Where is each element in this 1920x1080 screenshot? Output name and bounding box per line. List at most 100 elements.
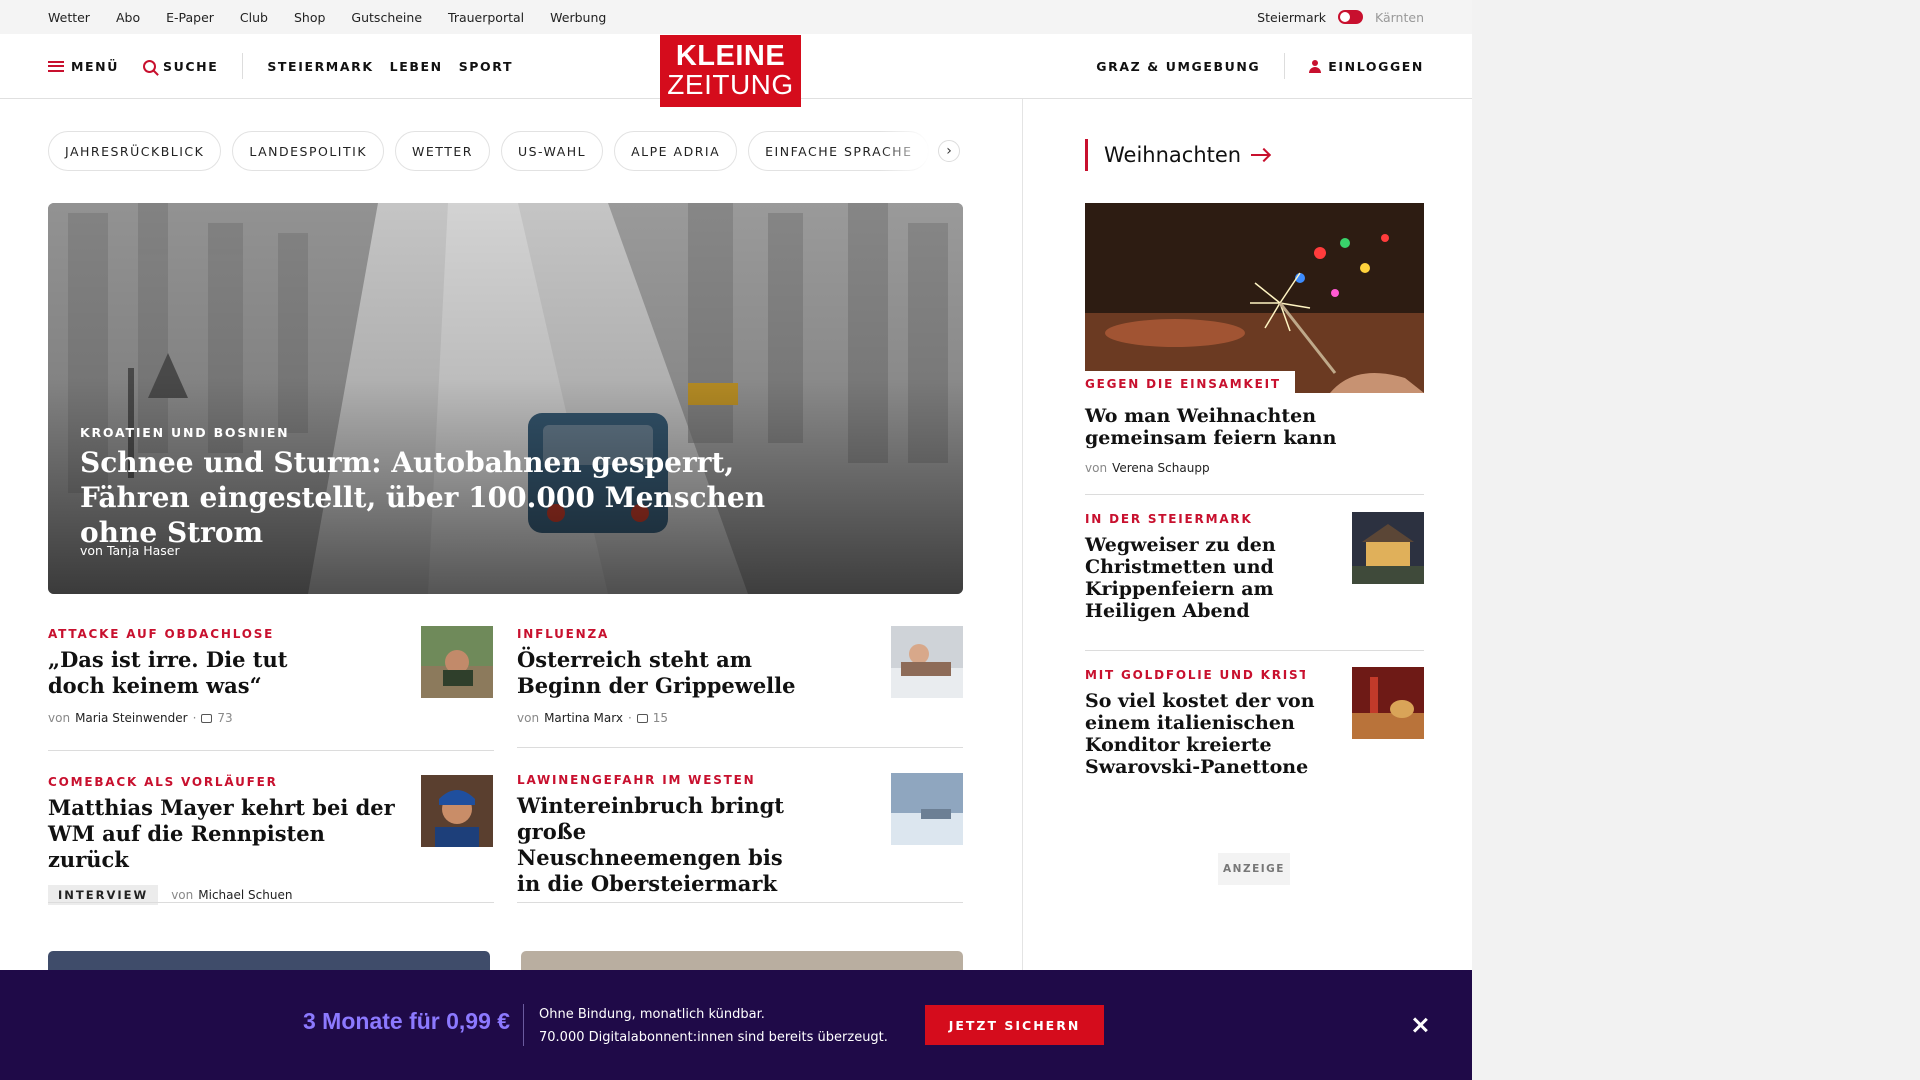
hamburger-icon bbox=[48, 60, 64, 72]
article-meta: von Martina Marx · 15 bbox=[517, 711, 669, 725]
sidebar-item-kicker: IN DER STEIERMARK bbox=[1085, 512, 1253, 526]
user-icon bbox=[1309, 59, 1322, 73]
sidebar-feature-title[interactable]: Wo man Weihnachten gemeinsam feiern kann bbox=[1085, 405, 1385, 449]
row-divider bbox=[1085, 494, 1424, 495]
logo-line1: KLEINE bbox=[675, 40, 786, 72]
login-button[interactable]: EINLOGGEN bbox=[1309, 59, 1424, 74]
header-left-nav: MENÜ SUCHE STEIERMARK LEBEN SPORT bbox=[48, 34, 513, 98]
article-title[interactable]: Wintereinbruch bringt große Neuschneemen… bbox=[517, 793, 807, 897]
row-divider bbox=[48, 902, 494, 903]
comment-count[interactable]: 73 bbox=[217, 711, 232, 725]
topic-chips: JAHRESRÜCKBLICK LANDESPOLITIK WETTER US-… bbox=[48, 131, 964, 171]
article-thumbnail[interactable] bbox=[421, 775, 493, 847]
comment-icon bbox=[636, 713, 648, 723]
close-icon[interactable] bbox=[1409, 1014, 1431, 1036]
article-title[interactable]: Österreich steht am Beginn der Grippewel… bbox=[517, 647, 807, 699]
article-author[interactable]: Michael Schuen bbox=[198, 888, 292, 902]
region-switch: Steiermark Kärnten bbox=[1257, 0, 1424, 34]
utility-link-wetter[interactable]: Wetter bbox=[48, 10, 90, 25]
subscribe-button[interactable]: JETZT SICHERN bbox=[925, 1005, 1104, 1045]
empty-viewport-area bbox=[1472, 0, 1920, 1080]
nav-steiermark[interactable]: STEIERMARK bbox=[267, 59, 373, 74]
utility-links: Wetter Abo E-Paper Club Shop Gutscheine … bbox=[48, 0, 606, 34]
region-steiermark[interactable]: Steiermark bbox=[1257, 10, 1326, 25]
sidebar-heading[interactable]: Weihnachten bbox=[1085, 139, 1270, 171]
logo-line2: ZEITUNG bbox=[667, 69, 794, 100]
sidebar-feature-meta: von Verena Schaupp bbox=[1085, 461, 1210, 475]
chip-us-wahl[interactable]: US-WAHL bbox=[500, 131, 604, 171]
banner-description: Ohne Bindung, monatlich kündbar. 70.000 … bbox=[539, 1003, 888, 1049]
hero-article[interactable]: KROATIEN UND BOSNIEN Schnee und Sturm: A… bbox=[48, 203, 963, 594]
search-label: SUCHE bbox=[163, 58, 219, 74]
sidebar-heading-label: Weihnachten bbox=[1104, 143, 1242, 167]
offer-text: 3 Monate für 0,99 € bbox=[303, 1008, 511, 1034]
utility-link-epaper[interactable]: E-Paper bbox=[166, 10, 214, 25]
logo[interactable]: KLEINE ZEITUNG bbox=[660, 35, 801, 107]
utility-link-trauerportal[interactable]: Trauerportal bbox=[448, 10, 524, 25]
article-author[interactable]: Martina Marx bbox=[544, 711, 623, 725]
banner-divider bbox=[523, 1004, 524, 1046]
article-thumbnail[interactable] bbox=[891, 626, 963, 698]
chip-landespolitik[interactable]: LANDESPOLITIK bbox=[232, 131, 385, 171]
banner-line1: Ohne Bindung, monatlich kündbar. bbox=[539, 1007, 765, 1022]
search-button[interactable]: SUCHE bbox=[143, 59, 218, 74]
main-header: MENÜ SUCHE STEIERMARK LEBEN SPORT KLEINE… bbox=[0, 34, 1472, 107]
article-thumbnail[interactable] bbox=[421, 626, 493, 698]
article-author[interactable]: Maria Steinwender bbox=[75, 711, 188, 725]
utility-link-club[interactable]: Club bbox=[240, 10, 268, 25]
utility-bar: Wetter Abo E-Paper Club Shop Gutscheine … bbox=[0, 0, 1472, 34]
next-card-image[interactable] bbox=[521, 951, 963, 971]
article-meta: von Maria Steinwender · 73 bbox=[48, 711, 233, 725]
header-right-nav: GRAZ & UMGEBUNG EINLOGGEN bbox=[1096, 34, 1424, 98]
sidebar-item-title[interactable]: So viel kostet der von einem italienisch… bbox=[1085, 690, 1325, 778]
nav-leben[interactable]: LEBEN bbox=[390, 59, 443, 74]
utility-link-shop[interactable]: Shop bbox=[294, 10, 325, 25]
row-divider bbox=[517, 747, 963, 748]
ad-label: ANZEIGE bbox=[1218, 853, 1290, 885]
hero-byline: von Tanja Haser bbox=[80, 543, 180, 558]
sidebar-item-title[interactable]: Wegweiser zu den Christmetten und Krippe… bbox=[1085, 534, 1325, 622]
divider bbox=[242, 53, 244, 79]
comment-icon bbox=[201, 713, 213, 723]
menu-button[interactable]: MENÜ bbox=[48, 59, 119, 74]
region-kaernten[interactable]: Kärnten bbox=[1375, 10, 1424, 25]
byline-prefix: von bbox=[1085, 461, 1108, 475]
nav-graz-umgebung[interactable]: GRAZ & UMGEBUNG bbox=[1096, 59, 1260, 74]
row-divider bbox=[517, 902, 963, 903]
sidebar-item-thumbnail[interactable] bbox=[1352, 667, 1424, 739]
byline-prefix: von bbox=[171, 888, 194, 902]
hero-kicker: KROATIEN UND BOSNIEN bbox=[80, 425, 290, 440]
utility-link-werbung[interactable]: Werbung bbox=[550, 10, 606, 25]
chip-alpe-adria[interactable]: ALPE ADRIA bbox=[614, 131, 738, 171]
article-thumbnail[interactable] bbox=[891, 773, 963, 845]
hero-author[interactable]: Tanja Haser bbox=[107, 543, 180, 558]
article-title[interactable]: „Das ist irre. Die tut doch keinem was“ bbox=[48, 647, 308, 699]
arrow-right-icon bbox=[1251, 154, 1270, 156]
column-divider bbox=[1022, 99, 1023, 970]
sidebar-feature-author[interactable]: Verena Schaupp bbox=[1112, 461, 1210, 475]
article-title[interactable]: Matthias Mayer kehrt bei der WM auf die … bbox=[48, 795, 398, 873]
menu-label: MENÜ bbox=[71, 58, 119, 74]
row-divider bbox=[1085, 650, 1424, 651]
byline-prefix: von bbox=[517, 711, 540, 725]
next-card-image[interactable] bbox=[48, 951, 490, 971]
utility-link-gutscheine[interactable]: Gutscheine bbox=[351, 10, 422, 25]
login-label: EINLOGGEN bbox=[1328, 58, 1424, 74]
chevron-right-icon[interactable]: › bbox=[938, 140, 960, 162]
sidebar-feature-image[interactable] bbox=[1085, 203, 1424, 393]
chip-jahresrueckblick[interactable]: JAHRESRÜCKBLICK bbox=[48, 131, 222, 171]
divider bbox=[1284, 53, 1286, 79]
banner-line2: 70.000 Digitalabonnent:innen sind bereit… bbox=[539, 1030, 888, 1045]
nav-sport[interactable]: SPORT bbox=[459, 59, 513, 74]
page: Wetter Abo E-Paper Club Shop Gutscheine … bbox=[0, 0, 1472, 1080]
comment-count[interactable]: 15 bbox=[653, 711, 668, 725]
region-toggle[interactable] bbox=[1338, 10, 1363, 24]
sidebar-item-thumbnail[interactable] bbox=[1352, 512, 1424, 584]
search-icon bbox=[143, 59, 156, 73]
hero-title[interactable]: Schnee und Sturm: Autobahnen gesperrt, F… bbox=[80, 445, 840, 550]
byline-prefix: von bbox=[80, 543, 103, 558]
chip-wetter[interactable]: WETTER bbox=[395, 131, 490, 171]
sidebar-item-kicker: MIT GOLDFOLIE UND KRIST... bbox=[1085, 668, 1305, 682]
row-divider bbox=[48, 750, 494, 751]
utility-link-abo[interactable]: Abo bbox=[116, 10, 140, 25]
